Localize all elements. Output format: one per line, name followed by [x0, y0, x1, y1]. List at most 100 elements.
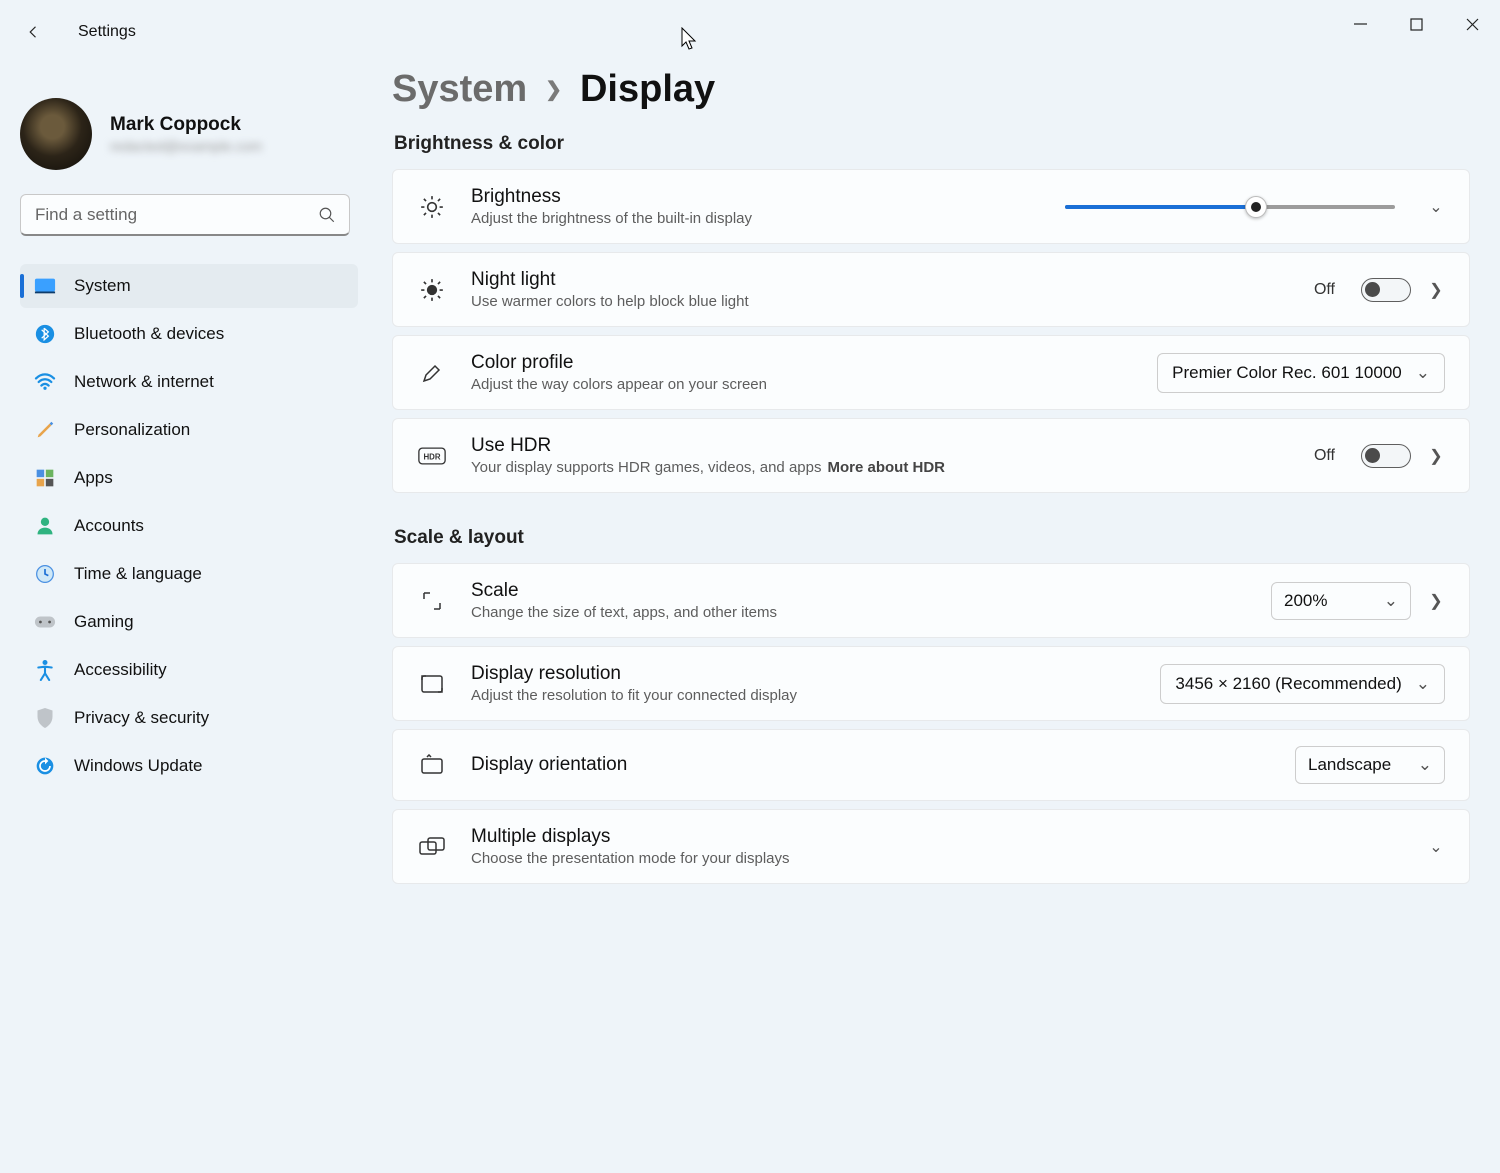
hdr-more-link[interactable]: More about HDR	[827, 459, 945, 476]
scale-dropdown[interactable]: 200% ⌄	[1271, 582, 1411, 620]
row-title: Display orientation	[471, 754, 1271, 776]
breadcrumb-parent[interactable]: System	[392, 68, 527, 111]
dropdown-value: 200%	[1284, 591, 1327, 611]
display-icon	[34, 275, 56, 297]
chevron-right-icon[interactable]: ❯	[1427, 446, 1445, 466]
nav-privacy[interactable]: Privacy & security	[20, 696, 358, 740]
chevron-right-icon[interactable]: ❯	[1427, 280, 1445, 300]
chevron-down-icon[interactable]: ⌄	[1427, 197, 1445, 217]
resolution-dropdown[interactable]: 3456 × 2160 (Recommended) ⌄	[1160, 664, 1445, 704]
nav-time[interactable]: Time & language	[20, 552, 358, 596]
row-sub: Use warmer colors to help block blue lig…	[471, 293, 1290, 310]
toggle-state: Off	[1314, 281, 1335, 299]
nav-label: System	[74, 276, 131, 296]
nav-label: Personalization	[74, 420, 190, 440]
person-icon	[34, 515, 56, 537]
nav-label: Accessibility	[74, 660, 167, 680]
profile-block[interactable]: Mark Coppock redacted@example.com	[20, 98, 358, 170]
sidebar: Mark Coppock redacted@example.com System…	[0, 50, 370, 1173]
close-button[interactable]	[1444, 8, 1500, 40]
nav-label: Windows Update	[74, 756, 203, 776]
dropdown-value: Premier Color Rec. 601 10000	[1172, 363, 1402, 383]
dropdown-value: Landscape	[1308, 755, 1391, 775]
nav-label: Apps	[74, 468, 113, 488]
nav-network[interactable]: Network & internet	[20, 360, 358, 404]
nav-label: Time & language	[74, 564, 202, 584]
bluetooth-icon	[34, 323, 56, 345]
dropdown-value: 3456 × 2160 (Recommended)	[1175, 674, 1401, 694]
row-sub: Choose the presentation mode for your di…	[471, 850, 1403, 867]
row-sub: Adjust the brightness of the built-in di…	[471, 210, 1041, 227]
gamepad-icon	[34, 611, 56, 633]
row-night-light[interactable]: Night light Use warmer colors to help bl…	[392, 252, 1470, 327]
chevron-down-icon: ⌄	[1384, 591, 1398, 611]
nav-label: Bluetooth & devices	[74, 324, 224, 344]
night-light-toggle[interactable]	[1361, 278, 1411, 302]
chevron-down-icon: ⌄	[1416, 674, 1430, 694]
row-sub: Adjust the way colors appear on your scr…	[471, 376, 1133, 393]
arrow-left-icon	[25, 23, 43, 41]
nav-label: Accounts	[74, 516, 144, 536]
search-input[interactable]	[20, 194, 350, 236]
app-bar: Settings	[18, 16, 136, 48]
toggle-state: Off	[1314, 447, 1335, 465]
sun-icon	[417, 194, 447, 220]
scale-icon	[417, 589, 447, 613]
row-title: Multiple displays	[471, 826, 1403, 848]
apps-icon	[34, 467, 56, 489]
row-resolution: Display resolution Adjust the resolution…	[392, 646, 1470, 721]
resolution-icon	[417, 673, 447, 695]
shield-icon	[34, 707, 56, 729]
row-multiple-displays[interactable]: Multiple displays Choose the presentatio…	[392, 809, 1470, 884]
nav-accounts[interactable]: Accounts	[20, 504, 358, 548]
minimize-button[interactable]	[1332, 8, 1388, 40]
accessibility-icon	[34, 659, 56, 681]
search-icon	[318, 206, 336, 229]
nav-accessibility[interactable]: Accessibility	[20, 648, 358, 692]
night-light-icon	[417, 277, 447, 303]
hdr-toggle[interactable]	[1361, 444, 1411, 468]
svg-text:HDR: HDR	[423, 452, 440, 461]
multi-display-icon	[417, 836, 447, 858]
hdr-icon: HDR	[417, 446, 447, 466]
user-email: redacted@example.com	[110, 138, 262, 154]
row-title: Use HDR	[471, 435, 1290, 457]
nav-gaming[interactable]: Gaming	[20, 600, 358, 644]
back-button[interactable]	[18, 16, 50, 48]
nav-update[interactable]: Windows Update	[20, 744, 358, 788]
orientation-dropdown[interactable]: Landscape ⌄	[1295, 746, 1445, 784]
row-title: Scale	[471, 580, 1247, 602]
title-bar	[0, 0, 1500, 50]
nav-apps[interactable]: Apps	[20, 456, 358, 500]
row-brightness[interactable]: Brightness Adjust the brightness of the …	[392, 169, 1470, 244]
row-scale[interactable]: Scale Change the size of text, apps, and…	[392, 563, 1470, 638]
row-title: Display resolution	[471, 663, 1136, 685]
paintbrush-icon	[34, 419, 56, 441]
clock-icon	[34, 563, 56, 585]
main-content: System ❯ Display Brightness & color Brig…	[370, 50, 1500, 1173]
nav-label: Gaming	[74, 612, 134, 632]
row-sub: Change the size of text, apps, and other…	[471, 604, 1247, 621]
chevron-down-icon: ⌄	[1418, 755, 1432, 775]
chevron-down-icon[interactable]: ⌄	[1427, 837, 1445, 857]
app-title: Settings	[78, 23, 136, 41]
nav-label: Privacy & security	[74, 708, 209, 728]
row-sub: Adjust the resolution to fit your connec…	[471, 687, 1136, 704]
row-hdr[interactable]: HDR Use HDR Your display supports HDR ga…	[392, 418, 1470, 493]
section-brightness-color: Brightness & color	[394, 133, 1470, 155]
user-name: Mark Coppock	[110, 114, 262, 136]
nav-personalization[interactable]: Personalization	[20, 408, 358, 452]
nav: System Bluetooth & devices Network & int…	[20, 264, 358, 788]
nav-label: Network & internet	[74, 372, 214, 392]
color-profile-dropdown[interactable]: Premier Color Rec. 601 10000 ⌄	[1157, 353, 1445, 393]
brightness-slider[interactable]	[1065, 205, 1395, 209]
eyedropper-icon	[417, 361, 447, 385]
maximize-button[interactable]	[1388, 8, 1444, 40]
chevron-right-icon: ❯	[545, 77, 562, 102]
chevron-right-icon[interactable]: ❯	[1427, 591, 1445, 611]
avatar	[20, 98, 92, 170]
nav-system[interactable]: System	[20, 264, 358, 308]
nav-bluetooth[interactable]: Bluetooth & devices	[20, 312, 358, 356]
row-color-profile: Color profile Adjust the way colors appe…	[392, 335, 1470, 410]
breadcrumb-current: Display	[580, 68, 715, 111]
